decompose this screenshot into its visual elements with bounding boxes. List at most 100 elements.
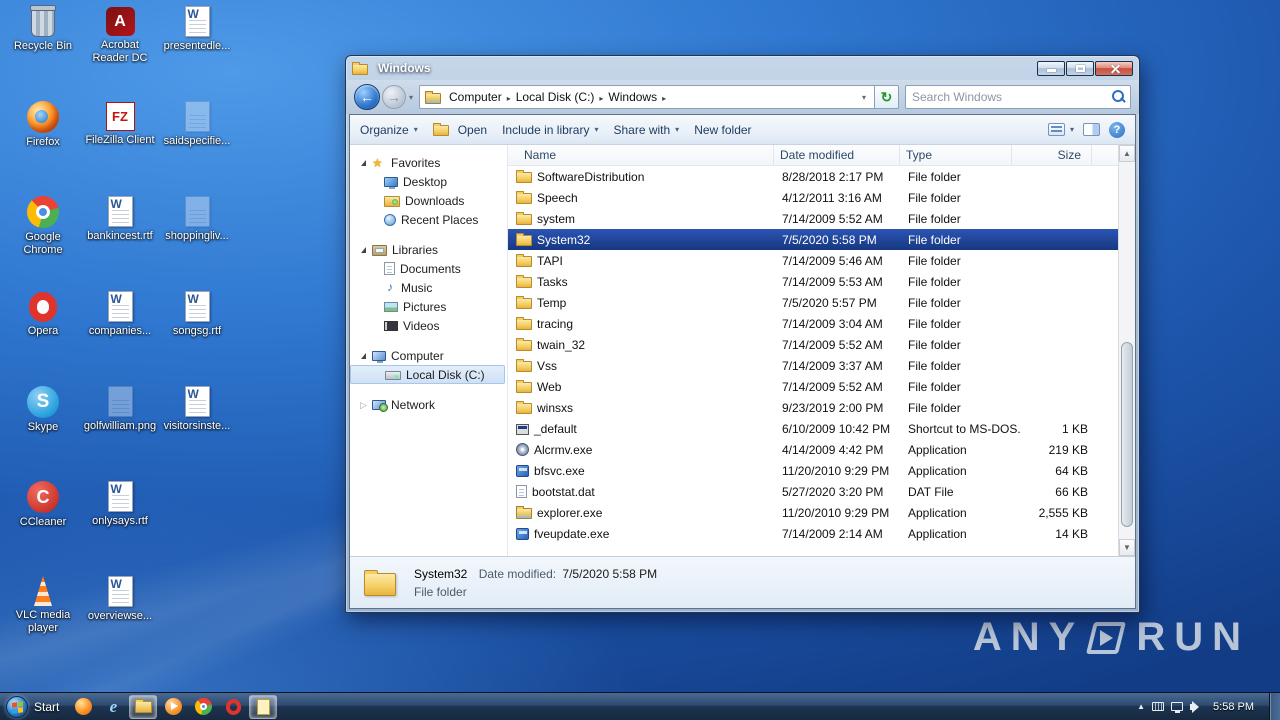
sidebar-item-documents[interactable]: Documents bbox=[350, 259, 507, 278]
sidebar-item-recent-places[interactable]: Recent Places bbox=[350, 210, 507, 229]
sidebar-item-downloads[interactable]: Downloads bbox=[350, 191, 507, 210]
file-row-fveupdate-exe[interactable]: fveupdate.exe 7/14/2009 2:14 AM Applicatio… bbox=[508, 523, 1118, 544]
refresh-button[interactable]: ↻ bbox=[875, 85, 899, 109]
desktop-icon-skype[interactable]: Skype bbox=[6, 386, 80, 434]
desktop-icon-bankincest-rtf[interactable]: bankincest.rtf bbox=[83, 196, 157, 243]
file-row-system32[interactable]: System32 7/5/2020 5:58 PM File folder bbox=[508, 229, 1118, 250]
twisty-icon[interactable] bbox=[358, 352, 369, 359]
keyboard-indicator-icon[interactable] bbox=[1152, 702, 1165, 711]
sidebar-item-local-disk-c[interactable]: Local Disk (C:) bbox=[350, 365, 505, 384]
sidebar-item-videos[interactable]: Videos bbox=[350, 316, 507, 335]
file-row-explorer-exe[interactable]: explorer.exe 11/20/2010 9:29 PM Applicatio… bbox=[508, 502, 1118, 523]
file-row-bootstat-dat[interactable]: bootstat.dat 5/27/2020 3:20 PM DAT File 66 … bbox=[508, 481, 1118, 502]
file-row-tapi[interactable]: TAPI 7/14/2009 5:46 AM File folder bbox=[508, 250, 1118, 271]
breadcrumb-item-windows[interactable]: Windows bbox=[605, 89, 660, 105]
taskbar-button-media[interactable] bbox=[159, 695, 187, 719]
desktop-icon-opera[interactable]: Opera bbox=[6, 291, 80, 338]
taskbar-button-firefox[interactable] bbox=[69, 695, 97, 719]
sidebar-item-music[interactable]: ♪ Music bbox=[350, 278, 507, 297]
desktop-icon-visitorsinste[interactable]: visitorsinste... bbox=[160, 386, 234, 433]
show-desktop-button[interactable] bbox=[1269, 692, 1280, 720]
column-header-name[interactable]: Name bbox=[508, 145, 774, 165]
volume-icon[interactable] bbox=[1190, 700, 1202, 713]
file-row-bfsvc-exe[interactable]: bfsvc.exe 11/20/2010 9:29 PM Application 64… bbox=[508, 460, 1118, 481]
file-row-default[interactable]: _default 6/10/2009 10:42 PM Shortcut to MS… bbox=[508, 418, 1118, 439]
start-button[interactable]: Start bbox=[0, 693, 68, 720]
breadcrumb-item-computer[interactable]: Computer bbox=[446, 89, 505, 105]
minimize-button[interactable] bbox=[1037, 60, 1065, 76]
desktop-icon-filezilla-client[interactable]: FileZilla Client bbox=[83, 101, 157, 147]
taskbar-button-sample[interactable] bbox=[249, 694, 278, 719]
change-view-button[interactable]: ▾ bbox=[1047, 123, 1074, 136]
sidebar-root-favorites[interactable]: ★ Favorites bbox=[350, 153, 507, 172]
desktop-icon-golfwilliam-png[interactable]: golfwilliam.png bbox=[83, 386, 157, 433]
window-titlebar[interactable]: Windows bbox=[346, 56, 1139, 80]
taskbar-button-chrome[interactable] bbox=[189, 695, 217, 719]
desktop-icon-acrobat-reader-dc[interactable]: Acrobat Reader DC bbox=[83, 6, 157, 65]
file-row-twain-32[interactable]: twain_32 7/14/2009 5:52 AM File folder bbox=[508, 334, 1118, 355]
scroll-down-button[interactable]: ▼ bbox=[1119, 539, 1135, 556]
twisty-icon[interactable]: ▷ bbox=[358, 400, 369, 410]
vertical-scrollbar[interactable]: ▲ ▼ bbox=[1118, 145, 1135, 556]
file-row-winsxs[interactable]: winsxs 9/23/2019 2:00 PM File folder bbox=[508, 397, 1118, 418]
scrollbar-thumb[interactable] bbox=[1121, 342, 1133, 528]
desktop-icon-vlc-media-player[interactable]: VLC media player bbox=[6, 576, 80, 635]
sidebar-root-libraries[interactable]: Libraries bbox=[350, 240, 507, 259]
open-button[interactable]: Open bbox=[432, 123, 487, 137]
desktop-icon-shoppingliv[interactable]: shoppingliv... bbox=[160, 196, 234, 243]
desktop-icon-onlysays-rtf[interactable]: onlysays.rtf bbox=[83, 481, 157, 528]
file-row-temp[interactable]: Temp 7/5/2020 5:57 PM File folder bbox=[508, 292, 1118, 313]
desktop-icon-ccleaner[interactable]: CCleaner bbox=[6, 481, 80, 529]
file-row-alcrmv-exe[interactable]: Alcrmv.exe 4/14/2009 4:42 PM Application 21… bbox=[508, 439, 1118, 460]
sidebar-section-label: Favorites bbox=[391, 155, 441, 170]
twisty-icon[interactable] bbox=[358, 159, 369, 166]
desktop-icon-google-chrome[interactable]: Google Chrome bbox=[6, 196, 80, 257]
forward-button[interactable]: → bbox=[382, 85, 406, 109]
taskbar-button-ie[interactable] bbox=[99, 695, 127, 719]
organize-button[interactable]: Organize ▾ bbox=[360, 123, 418, 137]
desktop-icon-songsg-rtf[interactable]: songsg.rtf bbox=[160, 291, 234, 338]
new-folder-button[interactable]: New folder bbox=[694, 123, 751, 137]
desktop-icon-overviewse[interactable]: overviewse... bbox=[83, 576, 157, 623]
column-header-type[interactable]: Type bbox=[900, 145, 1012, 165]
address-bar[interactable]: Computer ▸ Local Disk (C:) ▸ Windows ▸ ▾ bbox=[419, 85, 875, 109]
sidebar-item-desktop[interactable]: Desktop bbox=[350, 172, 507, 191]
search-input[interactable] bbox=[906, 90, 1108, 104]
scroll-up-button[interactable]: ▲ bbox=[1119, 145, 1135, 162]
desktop-icon-presentedle[interactable]: presentedle... bbox=[160, 6, 234, 53]
file-row-web[interactable]: Web 7/14/2009 5:52 AM File folder bbox=[508, 376, 1118, 397]
column-header-size[interactable]: Size bbox=[1012, 145, 1092, 165]
taskbar-button-explorer[interactable] bbox=[129, 694, 158, 719]
file-row-speech[interactable]: Speech 4/12/2011 3:16 AM File folder bbox=[508, 187, 1118, 208]
address-dropdown-chevron-icon[interactable]: ▾ bbox=[859, 93, 869, 102]
share-with-button[interactable]: Share with ▾ bbox=[613, 123, 679, 137]
file-row-vss[interactable]: Vss 7/14/2009 3:37 AM File folder bbox=[508, 355, 1118, 376]
maximize-button[interactable] bbox=[1066, 60, 1094, 76]
sidebar-root-computer[interactable]: Computer bbox=[350, 346, 507, 365]
back-button[interactable]: ← bbox=[354, 84, 380, 110]
file-row-tracing[interactable]: tracing 7/14/2009 3:04 AM File folder bbox=[508, 313, 1118, 334]
column-header-date-modified[interactable]: Date modified bbox=[774, 145, 900, 165]
file-row-softwaredistribution[interactable]: SoftwareDistribution 8/28/2018 2:17 PM Fil… bbox=[508, 166, 1118, 187]
preview-pane-button[interactable] bbox=[1083, 123, 1100, 136]
help-button[interactable]: ? bbox=[1109, 121, 1125, 138]
taskbar-button-opera[interactable] bbox=[219, 695, 247, 719]
desktop-icon-firefox[interactable]: Firefox bbox=[6, 101, 80, 149]
search-icon[interactable] bbox=[1108, 87, 1128, 107]
network-icon[interactable] bbox=[1171, 702, 1184, 713]
desktop-icon-recycle-bin[interactable]: Recycle Bin bbox=[6, 5, 80, 53]
file-row-tasks[interactable]: Tasks 7/14/2009 5:53 AM File folder bbox=[508, 271, 1118, 292]
include-in-library-button[interactable]: Include in library ▾ bbox=[502, 123, 598, 137]
desktop-icon-saidspecifie[interactable]: saidspecifie... bbox=[160, 101, 234, 148]
close-button[interactable] bbox=[1095, 60, 1133, 76]
sidebar-root-network[interactable]: ▷ Network bbox=[350, 395, 507, 414]
breadcrumb-item-local-disk-c[interactable]: Local Disk (C:) bbox=[513, 89, 598, 105]
taskbar-clock[interactable]: 5:58 PM bbox=[1213, 701, 1254, 713]
desktop-icon-companies[interactable]: companies... bbox=[83, 291, 157, 338]
recent-pages-chevron-icon[interactable]: ▾ bbox=[409, 93, 413, 102]
sidebar-item-pictures[interactable]: Pictures bbox=[350, 297, 507, 316]
search-box[interactable] bbox=[905, 85, 1131, 109]
twisty-icon[interactable] bbox=[358, 246, 369, 253]
show-hidden-icons-button[interactable]: ▲ bbox=[1137, 702, 1145, 711]
file-row-system[interactable]: system 7/14/2009 5:52 AM File folder bbox=[508, 208, 1118, 229]
